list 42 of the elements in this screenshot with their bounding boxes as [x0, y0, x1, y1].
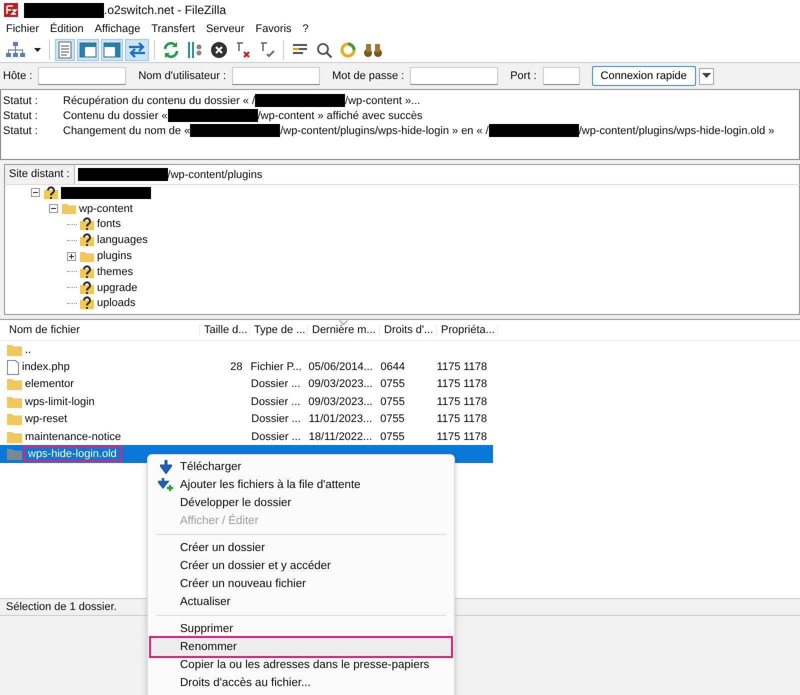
table-cell: 1175 1178 [436, 396, 488, 408]
file-name: elementor [25, 378, 74, 390]
table-cell: 28 [230, 361, 243, 374]
table-cell: 05/06/2014... [308, 361, 373, 374]
field-label: Nom d'utilisateur : [138, 70, 226, 82]
table-cell: 1175 1178 [436, 361, 488, 374]
text: Récupération du contenu du dossier « / [63, 94, 256, 106]
table-cell: 18/11/2022... [308, 430, 372, 443]
table-cell: 0755 [380, 413, 405, 426]
table-cell: Dossier ... [250, 378, 300, 390]
table-cell: 09/03/2023... [308, 396, 373, 408]
file-name: wp-reset [25, 413, 68, 426]
file-name: wps-hide-login.old [25, 448, 120, 460]
field-label: Mot de passe : [332, 70, 404, 82]
table-cell: 1175 1178 [436, 430, 487, 443]
table-cell: 0755 [380, 396, 405, 408]
table-cell: 1175 1178 [436, 413, 487, 426]
log-label: Statut : [2, 94, 39, 106]
field-label: Port : [510, 70, 537, 82]
log-label: Statut : [2, 110, 39, 122]
table-cell: 0755 [380, 430, 405, 443]
table-cell: 1175 1178 [436, 378, 488, 390]
table-cell: 09/03/2023... [308, 378, 373, 390]
status-text: Sélection de 1 dossier. [6, 601, 117, 613]
table-cell: Dossier ... [250, 396, 300, 408]
file-name: index.php [22, 361, 70, 374]
table-cell: 11/01/2023... [308, 413, 372, 426]
text: /wp-content »... [345, 94, 420, 106]
file-name: .. [25, 344, 32, 356]
text: Changement du nom de « [63, 124, 190, 136]
text: Contenu du dossier « [63, 110, 168, 122]
table-cell: 0644 [380, 361, 406, 374]
table-cell: Dossier ... [251, 430, 301, 443]
text: /wp-content/plugins/wps-hide-login » en « / [280, 124, 489, 136]
file-name: maintenance-notice [25, 430, 122, 443]
file-name: wps-limit-login [25, 396, 95, 408]
field-label: Hôte : [3, 70, 32, 82]
log-label: Statut : [2, 124, 39, 136]
window-title: .o2switch.net - FileZilla [104, 3, 226, 17]
table-cell: Dossier ... [251, 413, 301, 426]
table-cell: 0755 [380, 378, 405, 390]
table-cell: Fichier P... [250, 361, 302, 374]
